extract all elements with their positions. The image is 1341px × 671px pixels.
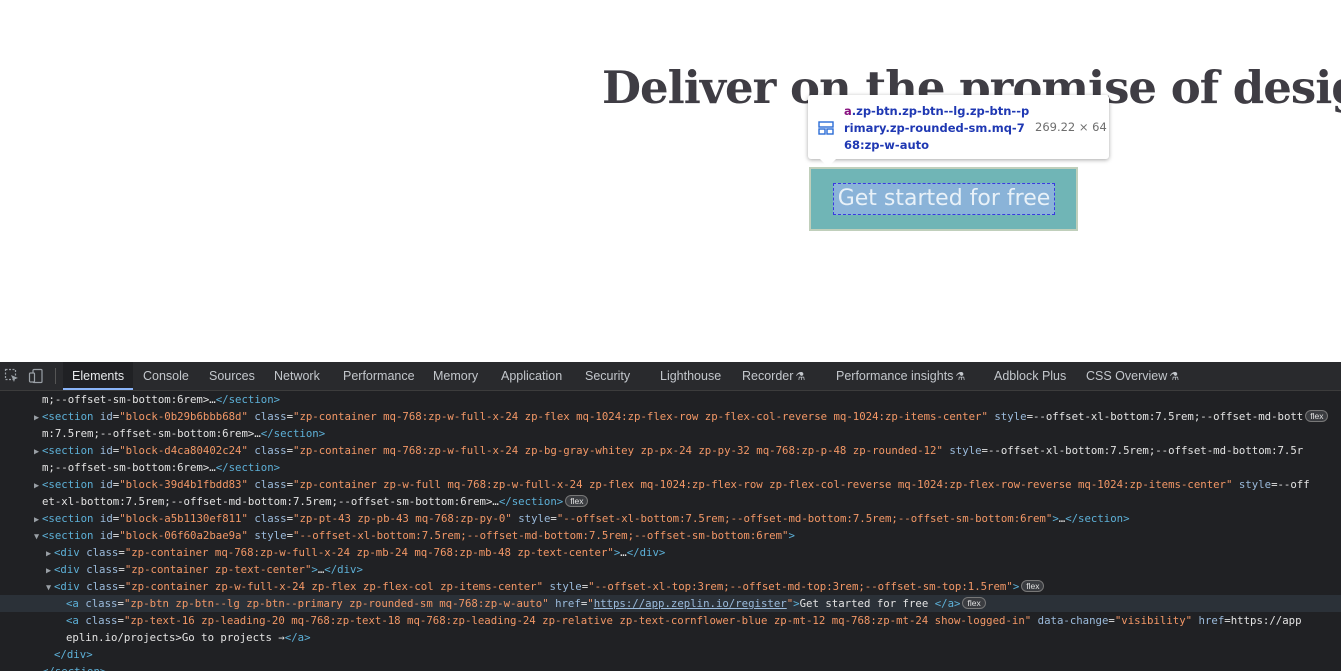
- tab-sources[interactable]: Sources: [200, 362, 264, 390]
- tab-console[interactable]: Console: [134, 362, 198, 390]
- experiment-flask-icon: ⚗: [955, 371, 966, 383]
- tab-label: Application: [501, 369, 563, 383]
- dom-tree-row[interactable]: ▶ <section id="block-d4ca80402c24" class=…: [0, 442, 1341, 459]
- dom-tree-row[interactable]: m:7.5rem;--offset-sm-bottom:6rem>…</sect…: [0, 425, 1341, 442]
- tab-label: Elements: [72, 369, 125, 383]
- tab-label: Performance insights: [836, 369, 954, 383]
- dom-tree-row[interactable]: <a class="zp-btn zp-btn--lg zp-btn--prim…: [0, 595, 1341, 612]
- dom-node-markup: m;--offset-sm-bottom:6rem>…</section>: [42, 393, 281, 406]
- experiment-flask-icon: ⚗: [1169, 371, 1180, 383]
- dom-node-markup: <div class="zp-container mq-768:zp-w-ful…: [54, 546, 666, 559]
- collapse-arrow-icon[interactable]: ▼: [34, 529, 42, 544]
- tab-label: Adblock Plus: [994, 369, 1067, 383]
- dom-node-markup: <section id="block-39d4b1fbdd83" class="…: [42, 478, 1310, 491]
- dom-node-markup: <section id="block-a5b1130ef811" class="…: [42, 512, 1130, 525]
- devtools-tab-bar: Elements Console Sources Network Performance…: [0, 362, 1341, 391]
- tab-label: Lighthouse: [660, 369, 722, 383]
- collapse-arrow-icon[interactable]: ▼: [46, 580, 54, 595]
- dom-node-markup: et-xl-bottom:7.5rem;--offset-md-bottom:7…: [42, 495, 564, 508]
- tab-performance[interactable]: Performance: [334, 362, 424, 390]
- tab-elements[interactable]: Elements: [63, 362, 134, 390]
- dom-tree-row[interactable]: ▶ <div class="zp-container zp-text-center…: [0, 561, 1341, 578]
- tab-label: CSS Overview: [1086, 369, 1168, 383]
- tab-css-overview[interactable]: CSS Overview ⚗: [1077, 362, 1188, 390]
- dom-node-markup: m;--offset-sm-bottom:6rem>…</section>: [42, 461, 281, 474]
- get-started-button-label[interactable]: Get started for free: [833, 183, 1055, 215]
- dom-tree-row[interactable]: </div>: [0, 646, 1341, 663]
- dom-node-markup: <div class="zp-container zp-w-full-x-24 …: [54, 580, 1020, 593]
- tab-label: Memory: [433, 369, 479, 383]
- devtools-panel: Elements Console Sources Network Performance…: [0, 362, 1341, 671]
- dom-tree-row[interactable]: et-xl-bottom:7.5rem;--offset-md-bottom:7…: [0, 493, 1341, 510]
- dom-tree-row[interactable]: ▶ <section id="block-0b29b6bbb68d" class=…: [0, 408, 1341, 425]
- tooltip-selector-tag: a: [844, 104, 852, 118]
- expand-arrow-icon[interactable]: ▶: [34, 410, 42, 425]
- tab-label: Sources: [209, 369, 255, 383]
- tab-recorder[interactable]: Recorder ⚗: [733, 362, 814, 390]
- dom-tree-row[interactable]: ▶ <div class="zp-container mq-768:zp-w-fu…: [0, 544, 1341, 561]
- tab-label: Network: [274, 369, 320, 383]
- tab-security[interactable]: Security: [576, 362, 639, 390]
- tooltip-selector: a.zp-btn.zp-btn--lg.zp-btn--primary.zp-r…: [844, 103, 1030, 154]
- dom-tree-row[interactable]: ▼ <section id="block-06f60a2bae9a" style=…: [0, 527, 1341, 544]
- expand-arrow-icon[interactable]: ▶: [34, 512, 42, 527]
- inspect-tooltip: a.zp-btn.zp-btn--lg.zp-btn--primary.zp-r…: [808, 95, 1109, 167]
- expand-arrow-icon[interactable]: ▶: [34, 478, 42, 493]
- tab-adblock-plus[interactable]: Adblock Plus: [985, 362, 1075, 390]
- tooltip-selector-classes: .zp-btn.zp-btn--lg.zp-btn--primary.zp-ro…: [844, 104, 1030, 152]
- experiment-flask-icon: ⚗: [795, 371, 806, 383]
- tooltip-size: 269.22 × 64: [1035, 120, 1107, 134]
- tab-label: Recorder: [742, 369, 794, 383]
- dom-node-markup: <a class="zp-text-16 zp-leading-20 mq-76…: [66, 614, 1302, 627]
- device-toolbar-icon[interactable]: [28, 368, 44, 384]
- dom-tree-row[interactable]: <a class="zp-text-16 zp-leading-20 mq-76…: [0, 612, 1341, 629]
- tab-network[interactable]: Network: [265, 362, 329, 390]
- dom-node-markup: <div class="zp-container zp-text-center"…: [54, 563, 363, 576]
- expand-arrow-icon[interactable]: ▶: [34, 444, 42, 459]
- dom-tree-row[interactable]: m;--offset-sm-bottom:6rem>…</section>: [0, 391, 1341, 408]
- tab-label: Performance: [343, 369, 415, 383]
- dom-node-markup: <section id="block-0b29b6bbb68d" class="…: [42, 410, 1304, 423]
- inspect-element-icon[interactable]: [4, 368, 20, 384]
- tab-memory[interactable]: Memory: [424, 362, 487, 390]
- dom-tree-row[interactable]: m;--offset-sm-bottom:6rem>…</section>: [0, 459, 1341, 476]
- dom-node-markup: </div>: [54, 648, 93, 661]
- tab-performance-insights[interactable]: Performance insights ⚗: [827, 362, 974, 390]
- expand-arrow-icon[interactable]: ▶: [46, 546, 54, 561]
- dom-node-markup: m:7.5rem;--offset-sm-bottom:6rem>…</sect…: [42, 427, 326, 440]
- dom-tree-row[interactable]: ▶ <section id="block-a5b1130ef811" class=…: [0, 510, 1341, 527]
- dom-node-markup: <a class="zp-btn zp-btn--lg zp-btn--prim…: [66, 597, 961, 610]
- tab-label: Console: [143, 369, 189, 383]
- tab-application[interactable]: Application: [492, 362, 571, 390]
- flex-container-icon: [818, 121, 834, 135]
- dom-node-markup: <section id="block-d4ca80402c24" class="…: [42, 444, 1304, 457]
- toolbar-divider: [55, 368, 56, 384]
- tab-label: Security: [585, 369, 631, 383]
- page-viewport: Deliver on the promise of design Get sta…: [0, 0, 1341, 362]
- flex-badge[interactable]: flex: [565, 495, 589, 507]
- dom-tree-row[interactable]: ▼ <div class="zp-container zp-w-full-x-24…: [0, 578, 1341, 595]
- flex-badge[interactable]: flex: [1021, 580, 1045, 592]
- dom-tree-row[interactable]: ▶ <section id="block-39d4b1fbdd83" class=…: [0, 476, 1341, 493]
- flex-badge[interactable]: flex: [1305, 410, 1329, 422]
- tab-lighthouse[interactable]: Lighthouse: [651, 362, 730, 390]
- expand-arrow-icon[interactable]: ▶: [46, 563, 54, 578]
- dom-tree-row[interactable]: eplin.io/projects>Go to projects →</a>: [0, 629, 1341, 646]
- dom-tree-row[interactable]: </section>: [0, 663, 1341, 671]
- flex-badge[interactable]: flex: [962, 597, 986, 609]
- dom-node-markup: </section>: [42, 665, 106, 671]
- dom-node-markup: eplin.io/projects>Go to projects →</a>: [66, 631, 311, 644]
- elements-dom-tree: m;--offset-sm-bottom:6rem>…</section> ▶ <s…: [0, 391, 1341, 671]
- dom-node-markup: <section id="block-06f60a2bae9a" style="…: [42, 529, 795, 542]
